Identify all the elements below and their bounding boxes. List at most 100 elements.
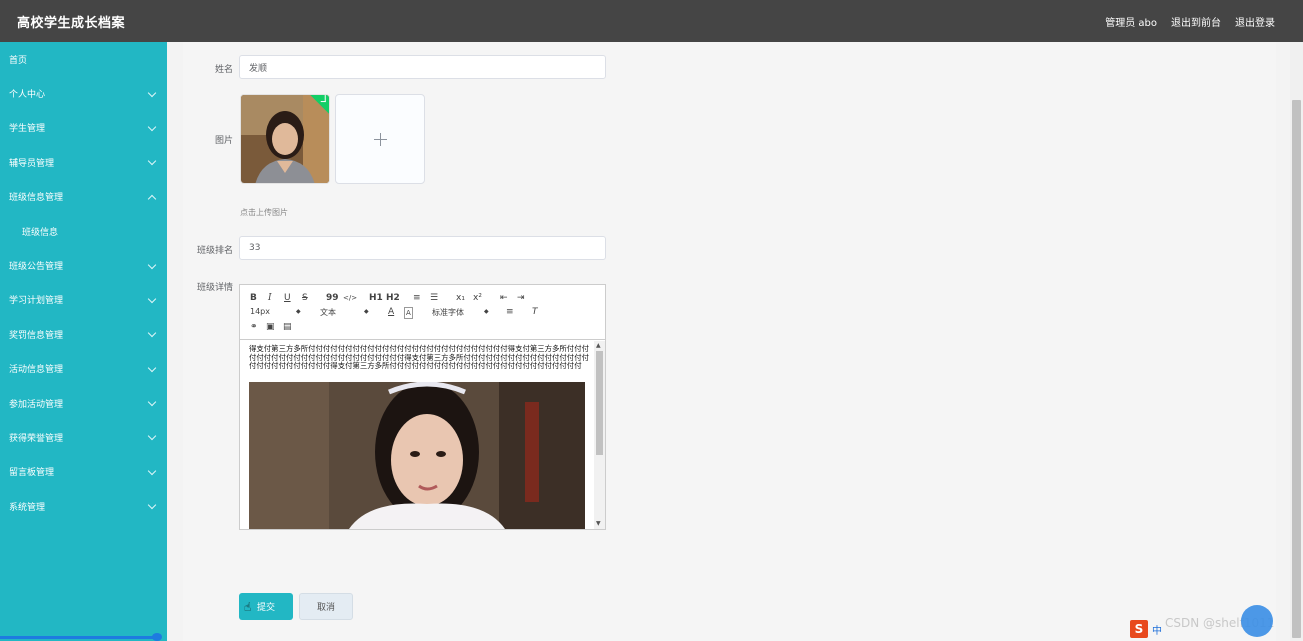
ime-mode-label[interactable]: 中 (1152, 622, 1162, 637)
indent-icon[interactable]: ⇥ (517, 293, 525, 303)
font-color-icon[interactable]: A (388, 307, 394, 317)
logout-link[interactable]: 退出登录 (1235, 14, 1275, 29)
sidebar-item-label: 班级信息 (22, 227, 59, 238)
sidebar-item-label: 个人中心 (9, 90, 46, 101)
chevron-down-icon (147, 260, 157, 269)
bold-button[interactable]: B (250, 293, 257, 303)
video-icon[interactable]: ▤ (283, 322, 292, 332)
scroll-down-icon[interactable]: ▼ (596, 520, 601, 527)
system-tray: S 中 (1130, 619, 1162, 639)
align-icon[interactable]: ≡ (506, 307, 514, 317)
name-label: 姓名 (214, 65, 233, 75)
uploaded-image[interactable] (240, 94, 330, 184)
subscript-button[interactable]: x₁ (456, 293, 465, 303)
clear-format-icon[interactable]: T (532, 307, 538, 317)
sidebar-item-home[interactable]: 首页 (0, 42, 167, 76)
header-actions: 管理员 abo 退出到前台 退出登录 (1105, 14, 1275, 29)
rich-text-editor: B I U S 99 </> H1 H2 ≡ ☰ x₁ x² ⇤ ⇥ 14px ◆… (239, 284, 606, 530)
sidebar-item-label: 辅导员管理 (9, 158, 55, 169)
code-button[interactable]: </> (343, 293, 357, 303)
sidebar-item-label: 活动信息管理 (9, 365, 64, 376)
rank-label: 班级排名 (196, 246, 233, 256)
sidebar-item-label: 班级公告管理 (9, 262, 64, 273)
scroll-up-icon[interactable]: ▲ (596, 342, 601, 349)
strike-button[interactable]: S (302, 293, 308, 303)
bullet-list-icon[interactable]: ☰ (430, 293, 438, 303)
progress-dot (152, 633, 162, 641)
editor-toolbar: B I U S 99 </> H1 H2 ≡ ☰ x₁ x² ⇤ ⇥ 14px ◆… (240, 285, 605, 340)
sidebar-item-system[interactable]: 系统管理 (0, 489, 167, 523)
sidebar-item-label: 留言板管理 (9, 468, 55, 479)
font-family-select[interactable]: 标准字体 ◆ (432, 307, 489, 318)
sidebar-item-label: 学习计划管理 (9, 296, 64, 307)
sidebar-item-activities[interactable]: 活动信息管理 (0, 352, 167, 386)
h1-button[interactable]: H1 (369, 293, 383, 303)
font-family-value: 标准字体 (432, 308, 464, 317)
upload-hint: 点击上传图片 (240, 208, 288, 217)
top-bar: 高校学生成长档案 管理员 abo 退出到前台 退出登录 (0, 0, 1303, 42)
chevron-down-icon (147, 122, 157, 132)
cancel-button[interactable]: 取消 (299, 593, 353, 620)
floating-action-button[interactable] (1241, 605, 1273, 637)
editor-scrollbar-thumb[interactable] (596, 351, 603, 455)
underline-button[interactable]: U (284, 293, 291, 303)
sogou-ime-icon[interactable]: S (1130, 620, 1148, 638)
chevron-up-icon (147, 194, 157, 203)
link-icon[interactable]: ⚭ (250, 322, 258, 332)
sidebar-item-counselors[interactable]: 辅导员管理 (0, 145, 167, 179)
sidebar-item-label: 系统管理 (9, 502, 46, 513)
editor-embedded-image (249, 382, 585, 529)
sidebar-item-participation[interactable]: 参加活动管理 (0, 386, 167, 420)
chevron-down-icon (147, 329, 157, 338)
header-select-value: 文本 (320, 308, 336, 317)
back-to-front-link[interactable]: 退出到前台 (1171, 14, 1221, 29)
name-input[interactable]: 发顺 (239, 55, 606, 79)
chevron-down-icon (147, 363, 157, 372)
image-icon[interactable]: ▣ (266, 322, 275, 332)
sidebar-item-label: 首页 (9, 55, 28, 66)
select-arrow-icon: ◆ (484, 308, 489, 315)
embedded-photo (249, 382, 585, 529)
detail-label: 班级详情 (196, 283, 233, 293)
select-arrow-icon: ◆ (296, 308, 301, 315)
chevron-down-icon (147, 432, 157, 441)
superscript-button[interactable]: x² (473, 293, 482, 303)
sidebar-item-personal-center[interactable]: 个人中心 (0, 76, 167, 110)
font-size-select[interactable]: 14px ◆ (250, 307, 301, 316)
chevron-down-icon (147, 157, 157, 166)
h2-button[interactable]: H2 (386, 293, 400, 303)
header-select[interactable]: 文本 ◆ (320, 307, 369, 318)
image-label: 图片 (214, 136, 233, 146)
outdent-icon[interactable]: ⇤ (500, 293, 508, 303)
sidebar-item-label: 获得荣誉管理 (9, 433, 64, 444)
chevron-down-icon (147, 294, 157, 304)
sidebar-item-label: 学生管理 (9, 124, 46, 135)
quote-button[interactable]: 99 (326, 293, 339, 303)
sidebar-item-label: 班级信息管理 (9, 193, 64, 204)
italic-button[interactable]: I (268, 293, 272, 303)
sidebar-item-label: 参加活动管理 (9, 399, 64, 410)
font-size-value: 14px (250, 307, 270, 316)
sidebar-item-honors[interactable]: 获得荣誉管理 (0, 420, 167, 454)
image-upload-button[interactable] (335, 94, 425, 184)
chevron-down-icon (147, 466, 157, 476)
rank-input[interactable]: 33 (239, 236, 606, 260)
chevron-down-icon (147, 88, 157, 97)
portrait-image (241, 95, 329, 183)
chevron-down-icon (147, 501, 157, 510)
sidebar-item-rewards[interactable]: 奖罚信息管理 (0, 317, 167, 351)
hand-cursor-icon: ☝ (244, 600, 252, 614)
sidebar-item-study-plans[interactable]: 学习计划管理 (0, 283, 167, 317)
background-color-icon[interactable]: A (404, 307, 413, 319)
sidebar-item-class-info-mgmt[interactable]: 班级信息管理 (0, 180, 167, 214)
select-arrow-icon: ◆ (364, 308, 369, 315)
sidebar-item-class-notices[interactable]: 班级公告管理 (0, 248, 167, 282)
progress-bar (0, 636, 160, 639)
sidebar-item-message-board[interactable]: 留言板管理 (0, 455, 167, 489)
editor-content[interactable]: 得支付第三方多所付付付付付付付付付付付付付付付付付付付付付付付付付付付得支付第三… (249, 344, 594, 371)
sidebar: 首页 个人中心 学生管理 辅导员管理 班级信息管理 班级信息 班级公告管理 学习… (0, 42, 167, 641)
page-scrollbar-thumb[interactable] (1292, 100, 1301, 638)
sidebar-subitem-class-info[interactable]: 班级信息 (0, 214, 167, 248)
sidebar-item-students[interactable]: 学生管理 (0, 111, 167, 145)
ordered-list-icon[interactable]: ≡ (413, 293, 421, 303)
